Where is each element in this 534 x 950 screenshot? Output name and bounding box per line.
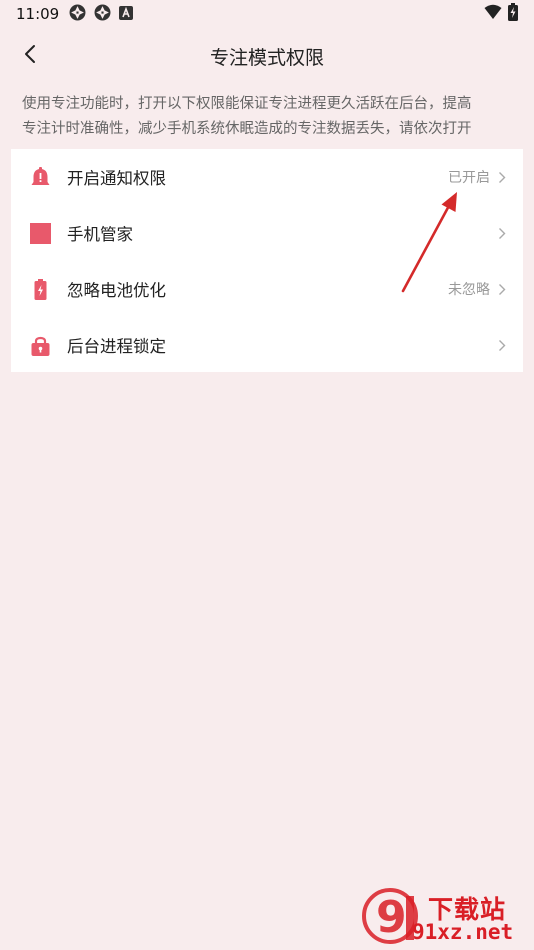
battery-icon [30, 278, 51, 300]
battery-charging-icon [508, 3, 518, 25]
watermark-url: 91xz.net [412, 920, 514, 944]
settings-item-background-lock[interactable]: 后台进程锁定 [11, 317, 523, 373]
square-icon [30, 222, 51, 244]
settings-item-label: 手机管家 [67, 225, 133, 244]
chevron-right-icon [498, 339, 508, 352]
settings-item-label: 忽略电池优化 [67, 281, 166, 300]
permissions-page: 11:09 专注模式权限 使用专注功能时，打开以下权限能保证专注进程更久活跃在后… [0, 0, 534, 950]
lock-icon [30, 335, 51, 356]
font-a-icon [119, 5, 134, 24]
status-bar: 11:09 [0, 0, 534, 28]
svg-text:9: 9 [376, 892, 407, 943]
wifi-icon [484, 4, 502, 24]
settings-item-status: 已开启 [448, 170, 490, 186]
bell-icon [30, 166, 51, 188]
back-button[interactable] [14, 40, 46, 72]
description-text: 使用专注功能时，打开以下权限能保证专注进程更久活跃在后台，提高 专注计时准确性，… [22, 92, 512, 142]
annotation-arrow-icon [401, 192, 457, 293]
chevron-right-icon [498, 227, 508, 240]
header: 专注模式权限 [0, 34, 534, 78]
settings-item-label: 开启通知权限 [67, 169, 166, 188]
settings-item-label: 后台进程锁定 [67, 337, 166, 356]
chevron-left-icon [23, 44, 37, 68]
chevron-right-icon [498, 171, 508, 184]
chevron-right-icon [498, 283, 508, 296]
description-line: 使用专注功能时，打开以下权限能保证专注进程更久活跃在后台，提高 [22, 96, 472, 112]
status-right-icons [484, 3, 518, 25]
status-time: 11:09 [16, 5, 60, 23]
page-title: 专注模式权限 [209, 46, 324, 69]
aperture-icon [94, 4, 111, 25]
description-line: 专注计时准确性，减少手机系统休眠造成的专注数据丢失，请依次打开 [22, 121, 472, 137]
aperture-icon [69, 4, 86, 25]
watermark: 9 下载站 91xz.net [360, 886, 530, 948]
